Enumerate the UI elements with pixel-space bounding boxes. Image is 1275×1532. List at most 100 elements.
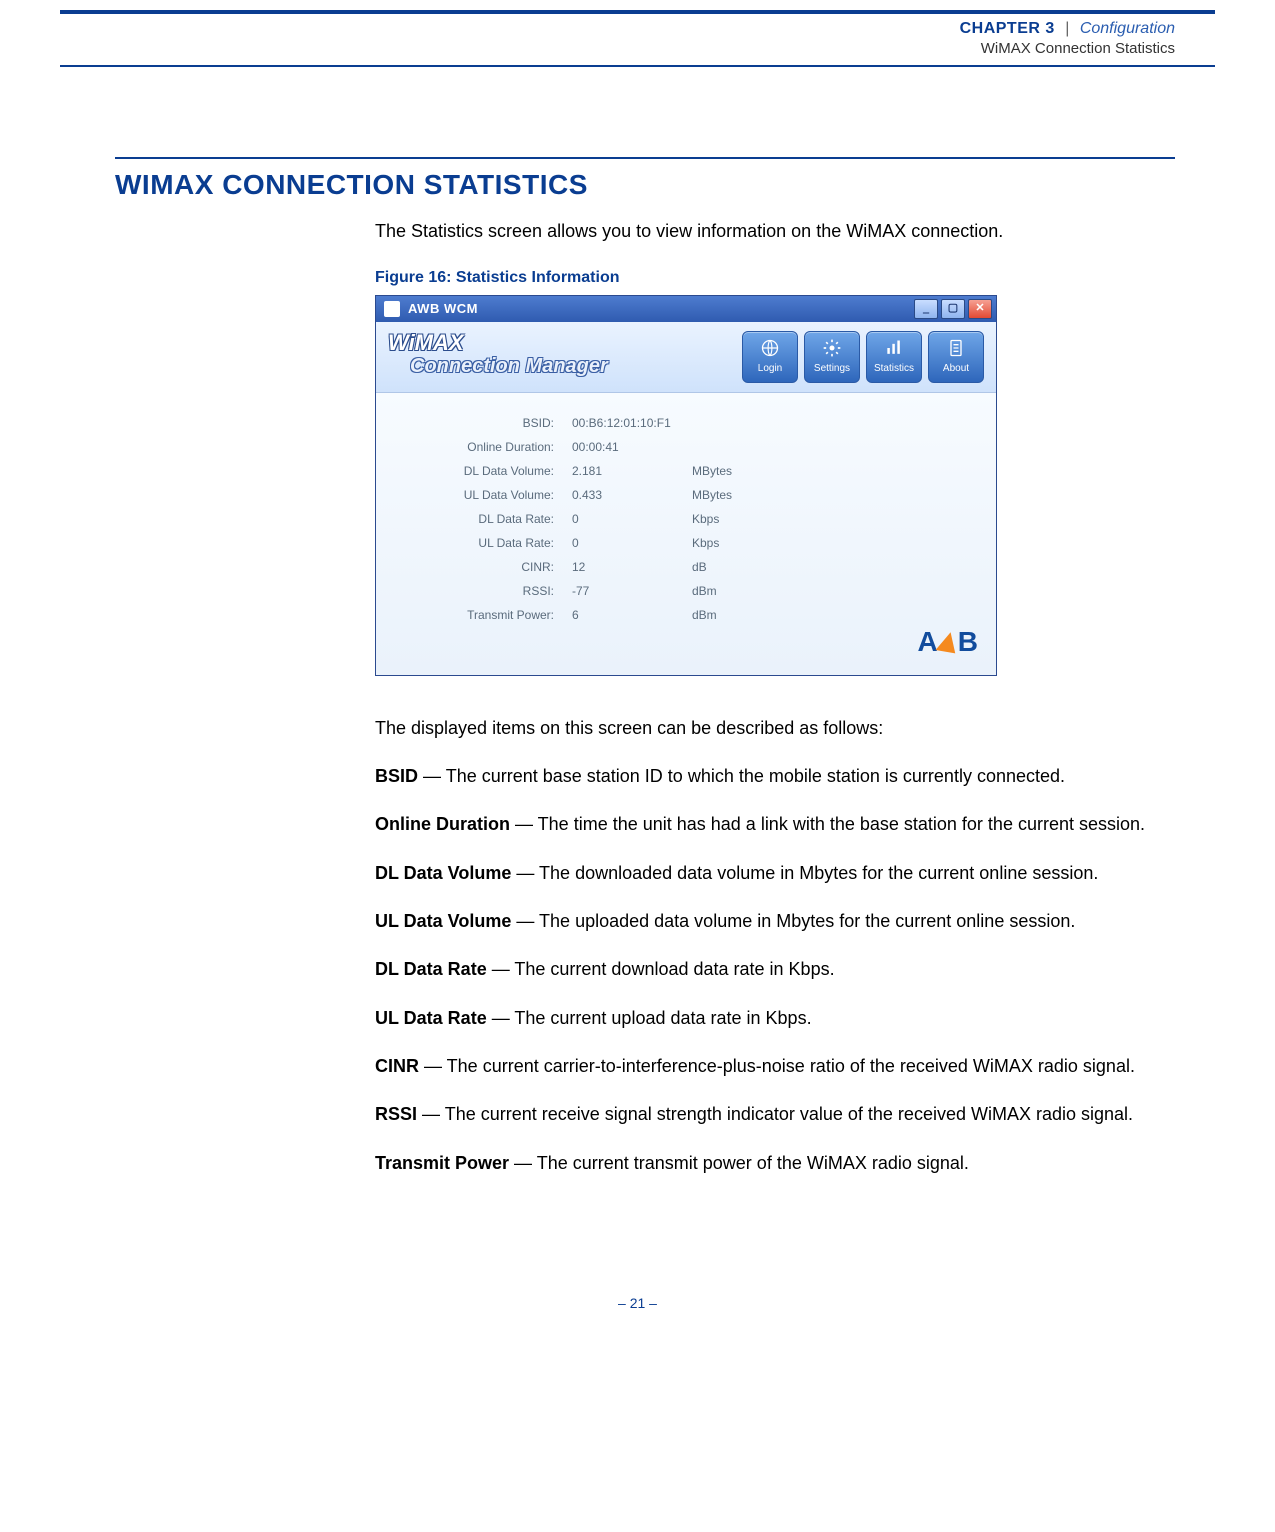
stat-value: 6 [572,607,692,623]
stat-unit: Kbps [692,511,772,527]
stat-row: RSSI:-77dBm [394,579,978,603]
nav-tabs: Login Settings Statistics About [742,331,984,383]
breadcrumb-separator: | [1065,20,1069,37]
definition-term: DL Data Rate [375,959,487,979]
tab-about[interactable]: About [928,331,984,383]
tab-statistics-label: Statistics [874,362,914,376]
page-footer: – 21 – [0,1295,1275,1311]
stat-label: RSSI: [394,583,572,599]
stat-row: DL Data Volume:2.181MBytes [394,459,978,483]
definition-item: RSSI — The current receive signal streng… [375,1102,1175,1126]
stat-row: DL Data Rate:0Kbps [394,507,978,531]
stats-panel: BSID:00:B6:12:01:10:F1Online Duration:00… [376,393,996,675]
globe-icon [760,338,780,358]
definition-item: BSID — The current base station ID to wh… [375,764,1175,788]
definition-term: BSID [375,766,418,786]
stats-icon [884,338,904,358]
definition-text: — The current transmit power of the WiMA… [509,1153,969,1173]
statistics-window: AWB WCM ‗ ▢ ✕ WiMAX Connection Manager [375,295,997,676]
definition-text: — The current download data rate in Kbps… [487,959,835,979]
stat-unit: MBytes [692,463,772,479]
stat-unit: dB [692,559,772,575]
stat-row: Online Duration:00:00:41 [394,435,978,459]
stat-row: CINR:12dB [394,555,978,579]
definition-item: CINR — The current carrier-to-interferen… [375,1054,1175,1078]
tab-about-label: About [943,362,969,376]
definition-text: — The uploaded data volume in Mbytes for… [511,911,1075,931]
stat-label: UL Data Volume: [394,487,572,503]
brand-line2: Connection Manager [410,353,726,380]
definition-term: Online Duration [375,814,510,834]
definition-item: UL Data Volume — The uploaded data volum… [375,909,1175,933]
stat-label: Transmit Power: [394,607,572,623]
logo-triangle-icon [935,631,960,654]
stat-value: 00:B6:12:01:10:F1 [572,415,692,431]
gear-icon [822,338,842,358]
logo-letter-a: A [918,623,938,661]
stat-row: BSID:00:B6:12:01:10:F1 [394,411,978,435]
stat-label: CINR: [394,559,572,575]
definition-term: DL Data Volume [375,863,511,883]
stat-row: UL Data Rate:0Kbps [394,531,978,555]
intro-paragraph: The Statistics screen allows you to view… [375,219,1175,243]
stat-value: 0 [572,535,692,551]
header-underline [60,65,1215,67]
definition-term: Transmit Power [375,1153,509,1173]
definition-text: — The current upload data rate in Kbps. [487,1008,812,1028]
toolbar: WiMAX Connection Manager Login Settings [376,322,996,393]
close-button[interactable]: ✕ [968,299,992,319]
definition-text: — The time the unit has had a link with … [510,814,1145,834]
stat-label: Online Duration: [394,439,572,455]
definition-text: — The downloaded data volume in Mbytes f… [511,863,1098,883]
definition-text: — The current carrier-to-interference-pl… [419,1056,1135,1076]
tab-settings[interactable]: Settings [804,331,860,383]
definition-item: Online Duration — The time the unit has … [375,812,1175,836]
definition-text: — The current base station ID to which t… [418,766,1065,786]
header-subtitle: WiMAX Connection Statistics [0,40,1175,57]
tab-login-label: Login [758,362,782,376]
definition-term: UL Data Volume [375,911,511,931]
definition-item: Transmit Power — The current transmit po… [375,1151,1175,1175]
stat-value: 0 [572,511,692,527]
vendor-logo: A B [918,623,978,661]
section-rule [115,157,1175,159]
desc-intro: The displayed items on this screen can b… [375,716,1175,740]
definition-term: CINR [375,1056,419,1076]
stat-row: Transmit Power:6dBm [394,603,978,627]
app-icon [384,301,400,317]
definition-item: DL Data Rate — The current download data… [375,957,1175,981]
tab-login[interactable]: Login [742,331,798,383]
stat-value: 00:00:41 [572,439,692,455]
stat-label: DL Data Volume: [394,463,572,479]
brand-block: WiMAX Connection Manager [388,333,726,380]
stat-label: BSID: [394,415,572,431]
maximize-button[interactable]: ▢ [941,299,965,319]
top-rule [60,10,1215,14]
definition-item: DL Data Volume — The downloaded data vol… [375,861,1175,885]
stat-value: 0.433 [572,487,692,503]
tab-statistics[interactable]: Statistics [866,331,922,383]
stat-label: UL Data Rate: [394,535,572,551]
stat-unit: dBm [692,607,772,623]
brand-line1: WiMAX [388,333,726,353]
window-title: AWB WCM [408,300,914,318]
minimize-button[interactable]: ‗ [914,299,938,319]
stat-row: UL Data Volume:0.433MBytes [394,483,978,507]
stat-value: -77 [572,583,692,599]
page-header: CHAPTER 3 | Configuration WiMAX Connecti… [0,20,1175,57]
chapter-label: CHAPTER 3 [960,20,1055,37]
definition-text: — The current receive signal strength in… [417,1104,1133,1124]
logo-letter-b: B [958,623,978,661]
doc-icon [946,338,966,358]
figure-caption: Figure 16: Statistics Information [375,267,1175,289]
stat-unit: MBytes [692,487,772,503]
stat-label: DL Data Rate: [394,511,572,527]
titlebar: AWB WCM ‗ ▢ ✕ [376,296,996,322]
stat-value: 12 [572,559,692,575]
section-title: WIMAX CONNECTION STATISTICS [115,169,1175,201]
breadcrumb-trail: Configuration [1080,20,1175,37]
definition-item: UL Data Rate — The current upload data r… [375,1006,1175,1030]
stat-unit: Kbps [692,535,772,551]
definition-term: RSSI [375,1104,417,1124]
definition-term: UL Data Rate [375,1008,487,1028]
